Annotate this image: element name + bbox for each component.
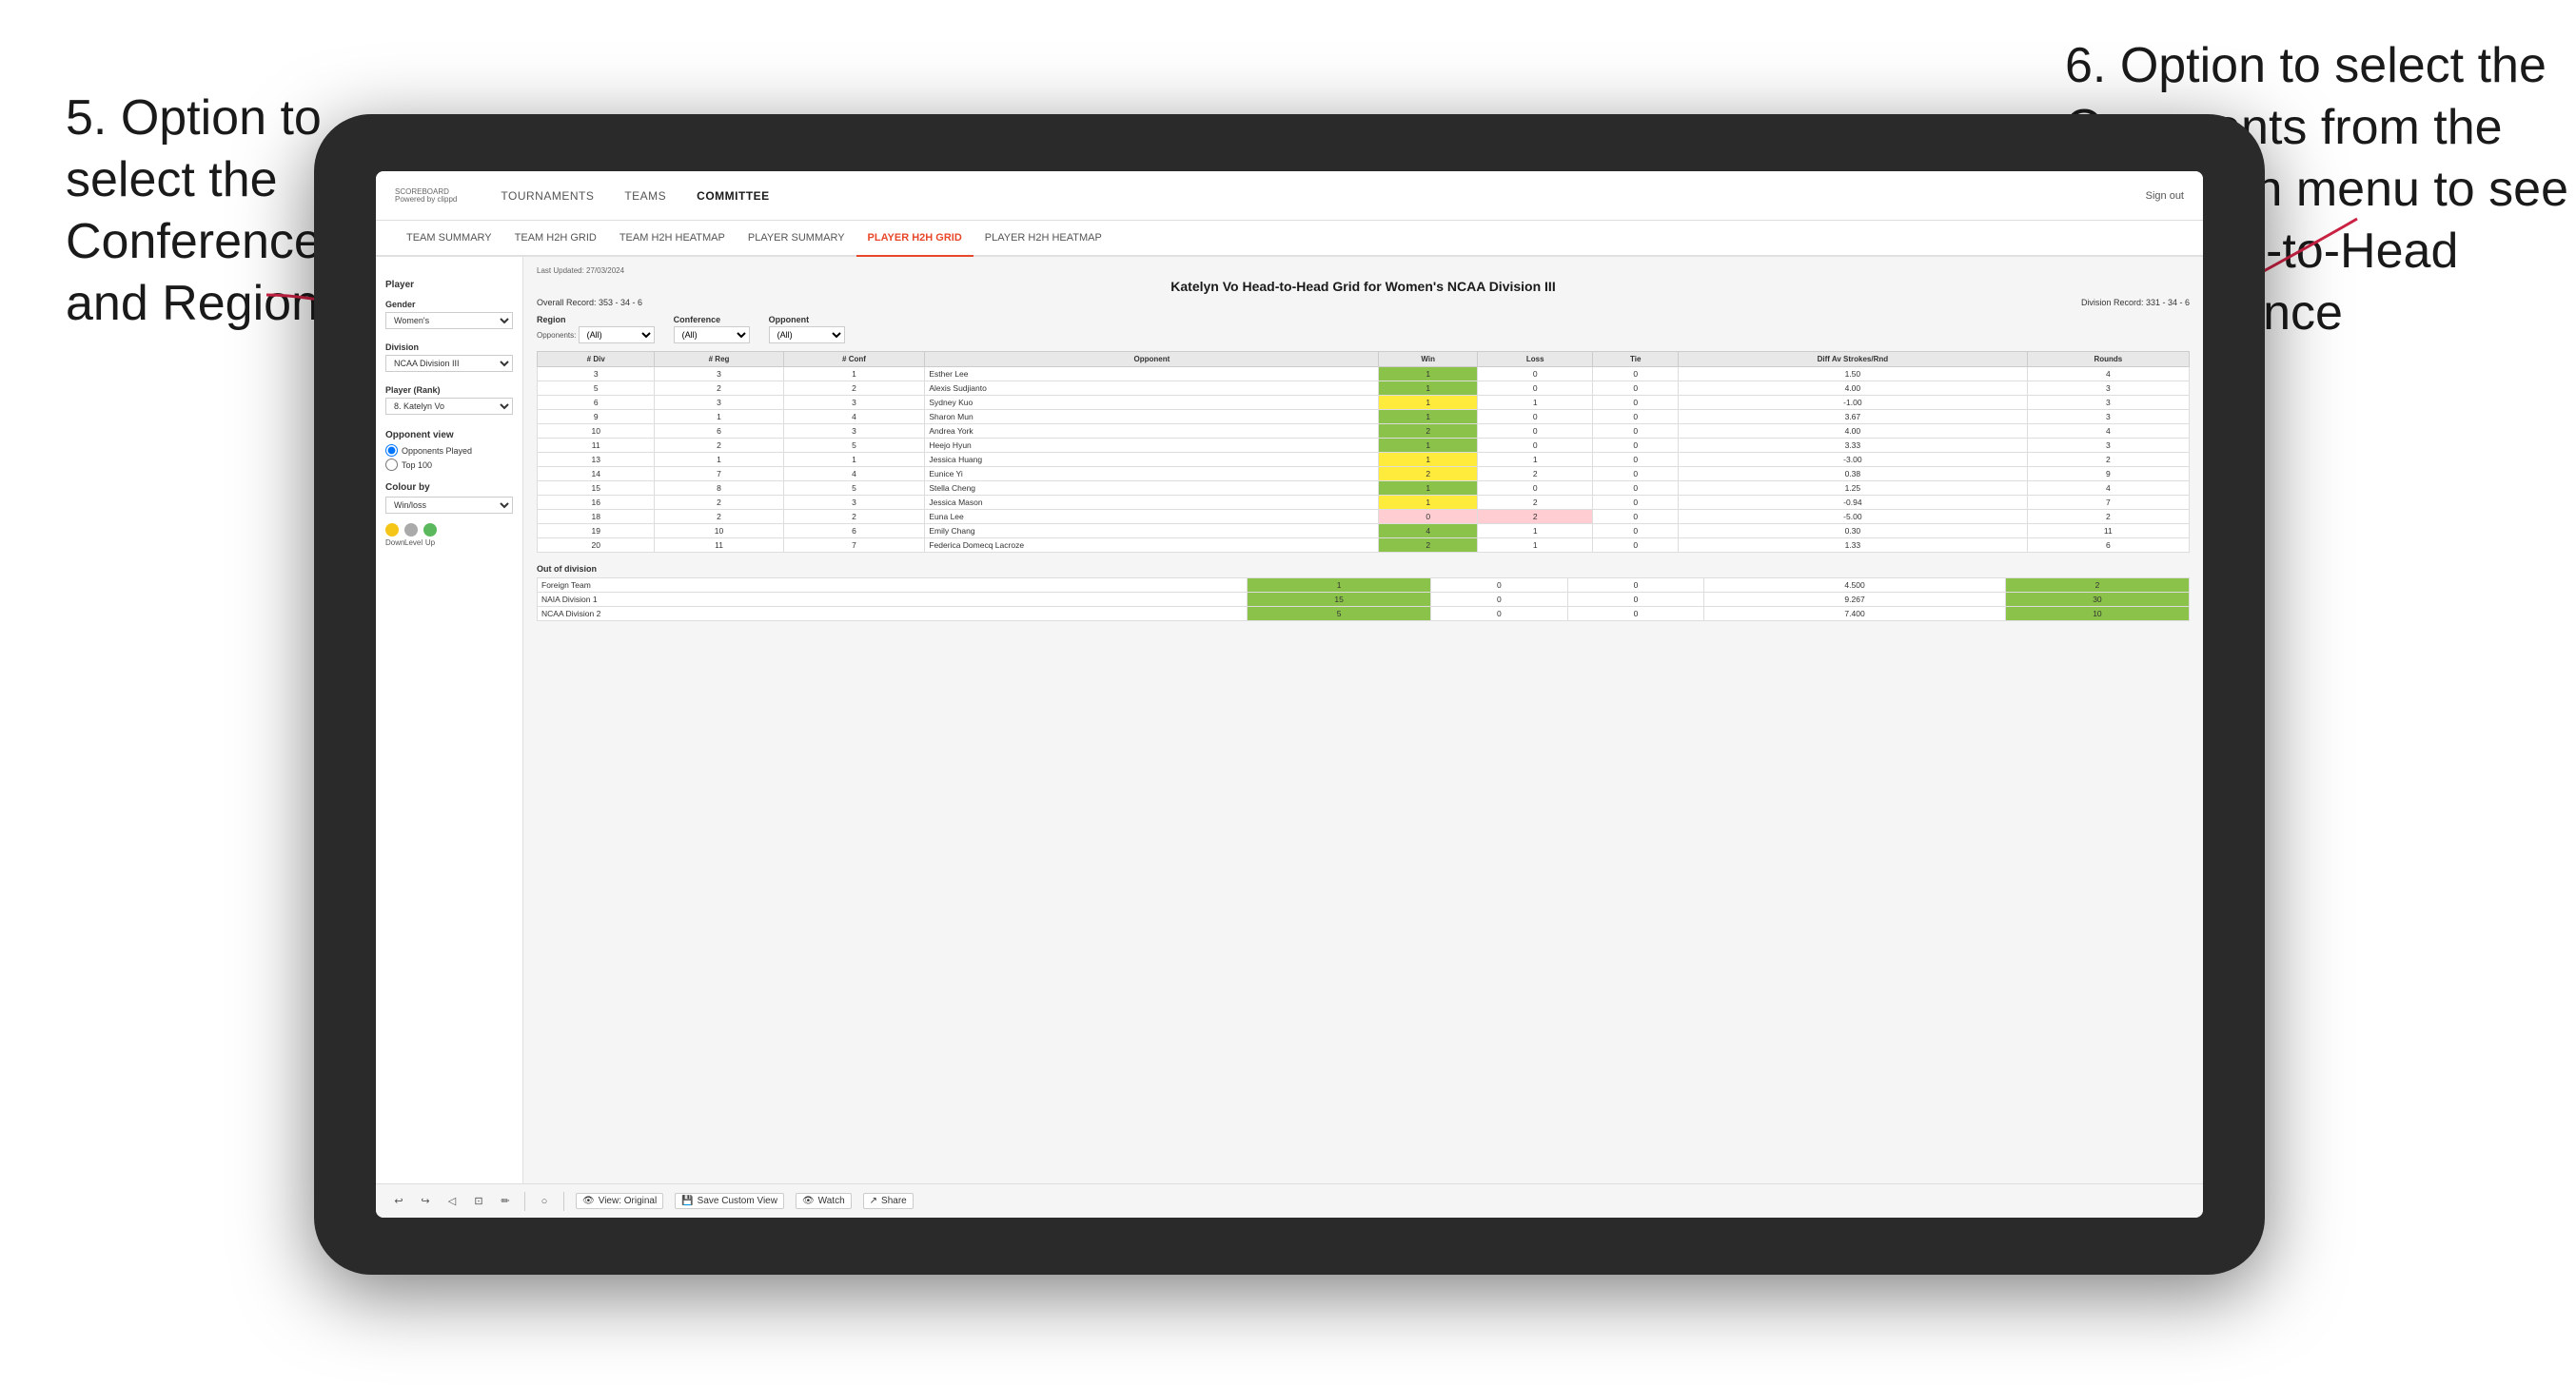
table-row: 19 10 6 Emily Chang 4 1 0 0.30 11 — [538, 524, 2190, 538]
subnav-team-h2h-heatmap[interactable]: TEAM H2H HEATMAP — [608, 221, 737, 257]
opponents-select[interactable]: (All) — [579, 326, 655, 343]
toolbar-divider-1 — [524, 1192, 525, 1211]
subnav-player-h2h-heatmap[interactable]: PLAYER H2H HEATMAP — [973, 221, 1113, 257]
nav-teams[interactable]: TEAMS — [609, 171, 681, 221]
sub-nav: TEAM SUMMARY TEAM H2H GRID TEAM H2H HEAT… — [376, 221, 2203, 257]
col-rounds: Rounds — [2027, 352, 2189, 367]
player-rank-select[interactable]: 8. Katelyn Vo — [385, 398, 513, 415]
sign-out-button[interactable]: Sign out — [2146, 190, 2184, 202]
undo-icon[interactable]: ↩ — [391, 1194, 406, 1209]
records-row: Overall Record: 353 - 34 - 6 Division Re… — [537, 298, 2190, 307]
colour-by-title: Colour by — [385, 482, 513, 493]
col-div: # Div — [538, 352, 655, 367]
table-row: 15 8 5 Stella Cheng 1 0 0 1.25 4 — [538, 481, 2190, 496]
table-row: 20 11 7 Federica Domecq Lacroze 2 1 0 1.… — [538, 538, 2190, 553]
view-original-button[interactable]: 👁 View: Original — [576, 1193, 663, 1209]
table-row: 5 2 2 Alexis Sudjianto 1 0 0 4.00 3 — [538, 381, 2190, 396]
opponent-view-title: Opponent view — [385, 430, 513, 440]
conference-filter: Conference (All) — [674, 315, 750, 343]
ood-table-row: NAIA Division 1 15 0 0 9.267 30 — [538, 593, 2190, 607]
share-button[interactable]: ↗ Share — [863, 1193, 914, 1209]
tablet-screen: SCOREBOARD Powered by clippd TOURNAMENTS… — [376, 171, 2203, 1218]
clock-icon[interactable]: ○ — [537, 1194, 552, 1209]
gender-label: Gender — [385, 300, 513, 309]
col-conf: # Conf — [783, 352, 925, 367]
filter-row: Region Opponents: (All) Conference (All) — [537, 315, 2190, 343]
table-row: 6 3 3 Sydney Kuo 1 1 0 -1.00 3 — [538, 396, 2190, 410]
ood-table-row: Foreign Team 1 0 0 4.500 2 — [538, 578, 2190, 593]
save-icon: 💾 — [681, 1196, 693, 1206]
subnav-team-h2h-grid[interactable]: TEAM H2H GRID — [503, 221, 608, 257]
table-row: 13 1 1 Jessica Huang 1 1 0 -3.00 2 — [538, 453, 2190, 467]
dot-down — [385, 523, 399, 537]
colour-dots — [385, 523, 513, 537]
edit-icon[interactable]: ✏ — [498, 1194, 513, 1209]
main-content: Last Updated: 27/03/2024 Katelyn Vo Head… — [523, 257, 2203, 1183]
subnav-team-summary[interactable]: TEAM SUMMARY — [395, 221, 503, 257]
dot-up — [423, 523, 437, 537]
col-diff: Diff Av Strokes/Rnd — [1679, 352, 2028, 367]
out-of-division-table: Foreign Team 1 0 0 4.500 2 NAIA Division… — [537, 577, 2190, 621]
col-reg: # Reg — [655, 352, 783, 367]
colour-labels: Down Level Up — [385, 538, 513, 547]
opponents-played-radio[interactable]: Opponents Played — [385, 444, 513, 457]
watch-button[interactable]: 👁 Watch — [796, 1193, 852, 1209]
col-opponent: Opponent — [925, 352, 1379, 367]
report-title: Katelyn Vo Head-to-Head Grid for Women's… — [537, 279, 2190, 294]
out-of-division-label: Out of division — [537, 564, 2190, 574]
player-rank-label: Player (Rank) — [385, 385, 513, 395]
conference-select[interactable]: (All) — [674, 326, 750, 343]
ood-table-row: NCAA Division 2 5 0 0 7.400 10 — [538, 607, 2190, 621]
division-label: Division — [385, 342, 513, 352]
watch-icon: 👁 — [802, 1196, 815, 1206]
toolbar-divider-2 — [563, 1192, 564, 1211]
share-icon: ↗ — [870, 1196, 877, 1206]
region-filter: Region Opponents: (All) — [537, 315, 655, 343]
top100-radio[interactable]: Top 100 — [385, 459, 513, 471]
table-row: 16 2 3 Jessica Mason 1 2 0 -0.94 7 — [538, 496, 2190, 510]
col-win: Win — [1379, 352, 1478, 367]
last-updated: Last Updated: 27/03/2024 — [537, 266, 2190, 275]
copy-icon[interactable]: ⊡ — [471, 1194, 486, 1209]
opponent-select[interactable]: (All) — [769, 326, 845, 343]
division-select[interactable]: NCAA Division III — [385, 355, 513, 372]
player-section-title: Player — [385, 280, 513, 290]
opponent-filter: Opponent (All) — [769, 315, 845, 343]
table-row: 3 3 1 Esther Lee 1 0 0 1.50 4 — [538, 367, 2190, 381]
tablet-device: SCOREBOARD Powered by clippd TOURNAMENTS… — [314, 114, 2265, 1275]
view-icon: 👁 — [582, 1196, 595, 1206]
subnav-player-h2h-grid[interactable]: PLAYER H2H GRID — [856, 221, 973, 257]
subnav-player-summary[interactable]: PLAYER SUMMARY — [737, 221, 856, 257]
table-row: 11 2 5 Heejo Hyun 1 0 0 3.33 3 — [538, 439, 2190, 453]
app-logo: SCOREBOARD Powered by clippd — [395, 188, 457, 204]
dot-level — [404, 523, 418, 537]
main-nav: TOURNAMENTS TEAMS COMMITTEE — [485, 171, 2145, 221]
app-nav: SCOREBOARD Powered by clippd TOURNAMENTS… — [376, 171, 2203, 221]
table-row: 10 6 3 Andrea York 2 0 0 4.00 4 — [538, 424, 2190, 439]
nav-tournaments[interactable]: TOURNAMENTS — [485, 171, 609, 221]
table-row: 18 2 2 Euna Lee 0 2 0 -5.00 2 — [538, 510, 2190, 524]
table-row: 14 7 4 Eunice Yi 2 2 0 0.38 9 — [538, 467, 2190, 481]
back-icon[interactable]: ◁ — [444, 1194, 460, 1209]
col-tie: Tie — [1593, 352, 1679, 367]
table-row: 9 1 4 Sharon Mun 1 0 0 3.67 3 — [538, 410, 2190, 424]
nav-committee[interactable]: COMMITTEE — [681, 171, 785, 221]
main-data-table: # Div # Reg # Conf Opponent Win Loss Tie… — [537, 351, 2190, 553]
sidebar: Player Gender Women's Division NCAA Divi… — [376, 257, 523, 1183]
col-loss: Loss — [1477, 352, 1592, 367]
toolbar: ↩ ↪ ◁ ⊡ ✏ ○ 👁 View: Original 💾 Save Cust… — [376, 1183, 2203, 1218]
save-custom-view-button[interactable]: 💾 Save Custom View — [675, 1193, 784, 1209]
redo-icon[interactable]: ↪ — [418, 1194, 433, 1209]
gender-select[interactable]: Women's — [385, 312, 513, 329]
colour-by-select[interactable]: Win/loss — [385, 497, 513, 514]
content-area: Player Gender Women's Division NCAA Divi… — [376, 257, 2203, 1183]
